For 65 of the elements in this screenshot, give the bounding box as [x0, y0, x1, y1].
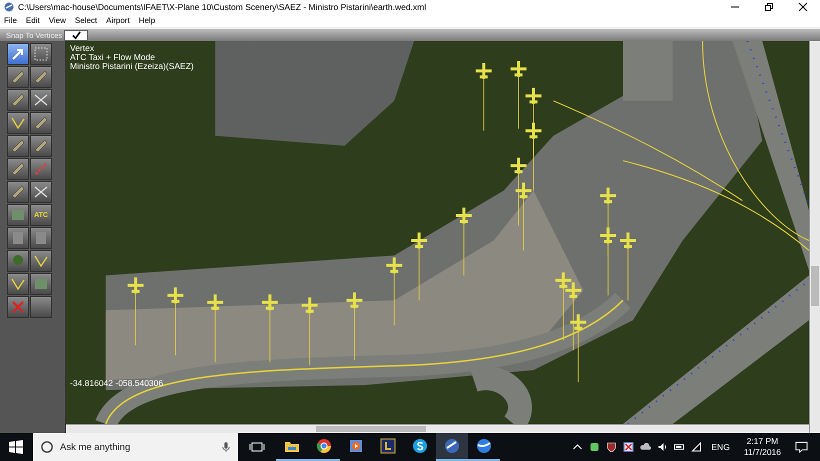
coordinates-text: -34.816042 -058.540306 [70, 378, 164, 388]
tool-button[interactable] [30, 89, 52, 111]
circle-icon[interactable] [41, 441, 53, 453]
crossed-monitor-icon[interactable] [623, 442, 634, 452]
exclusion-icon [10, 299, 26, 315]
tool-button[interactable] [7, 66, 29, 88]
cloud-icon[interactable] [640, 442, 652, 452]
tool-button[interactable] [7, 158, 29, 180]
restore-icon [764, 2, 774, 12]
play-icon [348, 438, 364, 454]
notification-icon[interactable] [795, 441, 808, 453]
map-info-text: Vertex [70, 44, 96, 53]
tool-button[interactable] [7, 112, 29, 134]
clock-time[interactable]: 2:17 PM [746, 436, 778, 447]
battery-icon[interactable] [674, 442, 686, 452]
menu-item[interactable]: Edit [26, 16, 40, 25]
wed-taskbar-button[interactable] [436, 433, 468, 461]
runway-icon [10, 69, 26, 85]
chevron-up-icon[interactable] [572, 442, 584, 452]
tool-button[interactable] [30, 43, 52, 65]
tool-button[interactable] [30, 250, 52, 272]
crossing-lines-icon [33, 92, 49, 108]
shield-icon[interactable] [606, 442, 618, 452]
lines-icon [10, 115, 26, 131]
speaker-icon[interactable] [657, 442, 668, 452]
task-view-icon[interactable] [249, 441, 265, 453]
tool-button[interactable] [7, 43, 29, 65]
window-title: C:\Users\mac-house\Documents\IFAET\X-Plane 10\Custom Scenery\SAEZ - Ministro Pistarini\earth.wed.xml [18, 2, 428, 12]
book-icon [380, 438, 396, 454]
map-info-text: Ministro Pistarini (Ezeiza)(SAEZ) [70, 62, 194, 71]
menu-item[interactable]: File [4, 16, 17, 25]
snap-checkbox[interactable] [64, 30, 88, 40]
language-indicator[interactable]: ENG [711, 442, 730, 452]
vertical-scrollbar[interactable] [809, 41, 820, 433]
windows-start-icon[interactable] [9, 440, 23, 454]
marquee-icon [33, 46, 49, 62]
tool-button[interactable] [30, 112, 52, 134]
microphone-icon[interactable] [222, 441, 230, 453]
arrow-icon [10, 46, 26, 62]
clock-date[interactable]: 11/7/2016 [744, 447, 781, 458]
menu-item[interactable]: Airport [106, 16, 130, 25]
polyline-icon [10, 276, 26, 292]
terrain-icon [33, 276, 49, 292]
menu-item[interactable]: Select [74, 16, 98, 25]
menu-item[interactable]: View [48, 16, 66, 25]
chat-icon [412, 438, 428, 454]
close-icon [798, 2, 808, 12]
horizontal-scrollbar[interactable] [66, 424, 809, 433]
browser-icon [316, 438, 332, 454]
tool-button[interactable] [7, 273, 29, 295]
wifi-icon[interactable] [691, 442, 702, 452]
checkmark-icon [72, 30, 81, 40]
tool-button[interactable] [30, 135, 52, 157]
tool-button[interactable] [30, 181, 52, 203]
search-field[interactable]: Ask me anything [58, 440, 222, 454]
tool-button[interactable] [7, 135, 29, 157]
puzzle-icon[interactable] [589, 442, 600, 452]
menu-item[interactable]: Help [138, 16, 156, 25]
tool-button[interactable] [30, 66, 52, 88]
tool-button[interactable] [7, 181, 29, 203]
search-bar[interactable]: Ask me anything [33, 433, 238, 461]
globe-icon [444, 438, 460, 454]
tool-button[interactable] [7, 89, 29, 111]
map-info-text: ATC Taxi + Flow Mode [70, 53, 156, 62]
earth-icon [476, 438, 492, 454]
